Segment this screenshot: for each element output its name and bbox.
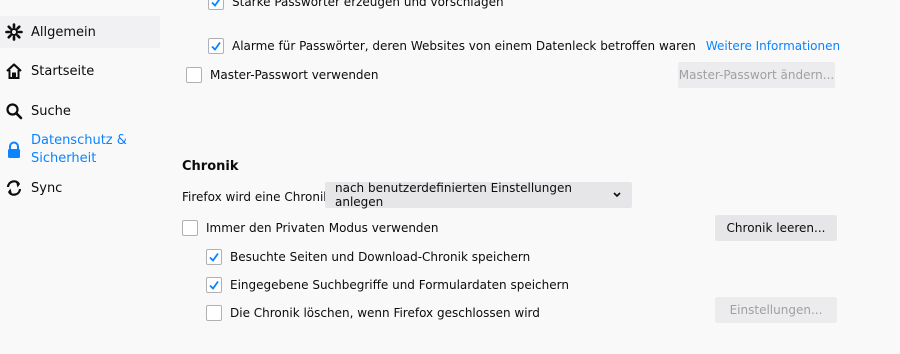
sidebar-item-label: Sync xyxy=(31,180,63,196)
history-mode-select[interactable]: nach benutzerdefinierten Einstellungen a… xyxy=(325,181,632,209)
sidebar-item-startseite[interactable]: Startseite xyxy=(0,56,160,86)
sidebar-item-label: Startseite xyxy=(31,63,95,79)
sidebar-item-datenschutz[interactable]: Datenschutz & Sicherheit xyxy=(0,132,160,168)
home-icon xyxy=(4,61,24,81)
sidebar-item-allgemein[interactable]: Allgemein xyxy=(0,16,160,48)
sidebar-item-suche[interactable]: Suche xyxy=(0,96,160,126)
sync-icon xyxy=(4,178,24,198)
visited-pages-label: Besuchte Seiten und Download-Chronik spe… xyxy=(230,250,531,264)
lock-icon xyxy=(4,140,24,160)
search-history-label: Eingegebene Suchbegriffe und Formulardat… xyxy=(230,278,569,292)
clear-on-close-option[interactable]: Die Chronik löschen, wenn Firefox geschl… xyxy=(206,304,540,322)
master-password-label: Master-Passwort verwenden xyxy=(210,68,379,82)
main-content: Starke Passwörter erzeugen und vorschlag… xyxy=(165,0,900,354)
clear-on-close-label: Die Chronik löschen, wenn Firefox geschl… xyxy=(230,306,540,320)
clear-history-button[interactable]: Chronik leeren... xyxy=(715,215,837,241)
strong-passwords-label: Starke Passwörter erzeugen und vorschlag… xyxy=(232,0,504,9)
history-mode-row: Firefox wird eine Chronik xyxy=(182,184,330,210)
sidebar-item-label: Suche xyxy=(31,103,71,119)
strong-passwords-checkbox[interactable] xyxy=(208,0,224,10)
history-mode-value: nach benutzerdefinierten Einstellungen a… xyxy=(335,181,572,209)
private-mode-checkbox[interactable] xyxy=(182,220,198,236)
private-mode-label: Immer den Privaten Modus verwenden xyxy=(206,221,439,235)
chevron-down-icon xyxy=(612,188,622,202)
sidebar-item-label: Datenschutz & xyxy=(31,133,127,148)
history-mode-label: Firefox wird eine Chronik xyxy=(182,190,331,204)
master-password-checkbox[interactable] xyxy=(186,67,202,83)
gear-icon xyxy=(4,22,24,42)
breach-alerts-option[interactable]: Alarme für Passwörter, deren Websites vo… xyxy=(208,37,840,55)
history-heading: Chronik xyxy=(182,159,239,174)
visited-pages-checkbox[interactable] xyxy=(206,249,222,265)
clear-on-close-checkbox[interactable] xyxy=(206,305,222,321)
search-icon xyxy=(4,101,24,121)
history-settings-button[interactable]: Einstellungen... xyxy=(715,297,837,323)
search-history-option[interactable]: Eingegebene Suchbegriffe und Formulardat… xyxy=(206,276,569,294)
sidebar-item-label: Allgemein xyxy=(31,24,96,40)
sidebar-item-sync[interactable]: Sync xyxy=(0,174,160,202)
learn-more-link[interactable]: Weitere Informationen xyxy=(706,39,840,53)
sidebar: Allgemein Startseite Suche Datenschutz &… xyxy=(0,0,160,354)
visited-pages-option[interactable]: Besuchte Seiten und Download-Chronik spe… xyxy=(206,248,530,266)
strong-passwords-option[interactable]: Starke Passwörter erzeugen und vorschlag… xyxy=(208,0,504,12)
search-history-checkbox[interactable] xyxy=(206,277,222,293)
breach-alerts-label: Alarme für Passwörter, deren Websites vo… xyxy=(232,39,696,53)
master-password-option[interactable]: Master-Passwort verwenden xyxy=(186,66,379,84)
sidebar-item-label-line2: Sicherheit xyxy=(31,151,97,166)
breach-alerts-checkbox[interactable] xyxy=(208,38,224,54)
change-master-password-button[interactable]: Master-Passwort ändern... xyxy=(678,62,835,88)
private-mode-option[interactable]: Immer den Privaten Modus verwenden xyxy=(182,219,439,237)
